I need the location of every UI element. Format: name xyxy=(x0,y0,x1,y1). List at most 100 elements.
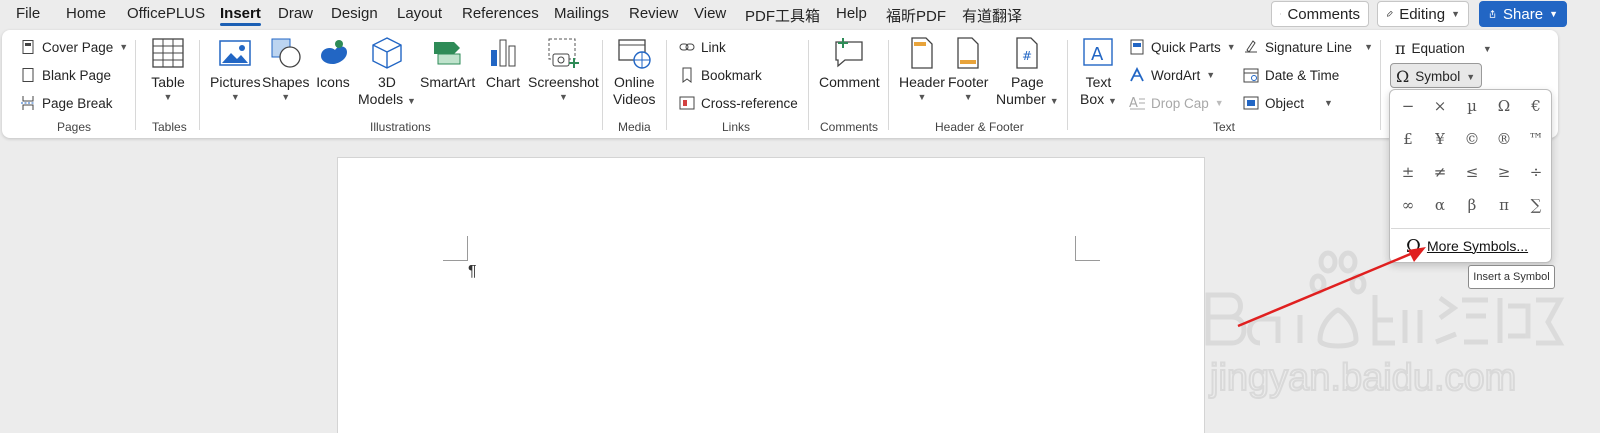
chevron-down-icon: ▼ xyxy=(1451,9,1460,19)
symbol-cell[interactable]: − xyxy=(1393,91,1423,121)
more-symbols-button[interactable]: Ω More Symbols... xyxy=(1390,229,1551,263)
symbol-cell[interactable]: π xyxy=(1489,190,1519,220)
menu-pdf-toolbox[interactable]: PDF工具箱 xyxy=(745,5,820,26)
screenshot-button[interactable]: Screenshot ▼ xyxy=(528,36,599,103)
menu-home[interactable]: Home xyxy=(66,5,106,22)
chart-icon xyxy=(491,39,516,67)
shapes-icon xyxy=(271,38,301,68)
symbol-cell[interactable]: € xyxy=(1521,91,1551,121)
symbol-cell[interactable]: µ xyxy=(1457,91,1487,121)
3d-models-button[interactable]: 3D Models ▼ xyxy=(358,36,416,110)
symbol-button[interactable]: Ω Symbol ▼ xyxy=(1396,67,1475,86)
new-comment-button[interactable]: Comment xyxy=(819,36,880,91)
page-break-label: Page Break xyxy=(42,95,113,111)
signature-line-button[interactable]: Signature Line ▼ xyxy=(1243,39,1373,55)
chevron-down-icon: ▼ xyxy=(558,92,568,102)
new-comment-icon xyxy=(835,38,863,68)
symbol-cell[interactable]: ∑ xyxy=(1521,190,1551,220)
margin-corner-top-right xyxy=(1075,236,1100,261)
menu-insert[interactable]: Insert xyxy=(220,5,261,26)
cross-reference-button[interactable]: Cross-reference xyxy=(679,95,798,111)
editing-button[interactable]: Editing ▼ xyxy=(1377,1,1469,27)
blank-page-button[interactable]: Blank Page xyxy=(20,67,111,83)
link-button[interactable]: Link xyxy=(679,39,726,55)
screenshot-label: Screenshot xyxy=(528,74,599,90)
menu-youdao-translate[interactable]: 有道翻译 xyxy=(962,5,1022,26)
paragraph-mark[interactable]: ¶ xyxy=(468,263,477,281)
document-page[interactable] xyxy=(337,157,1205,433)
menu-officeplus[interactable]: OfficePLUS xyxy=(127,5,205,22)
symbol-cell[interactable]: © xyxy=(1457,124,1487,154)
symbol-cell[interactable]: ÷ xyxy=(1521,157,1551,187)
cover-page-button[interactable]: Cover Page ▼ xyxy=(20,39,128,55)
symbol-cell[interactable]: ≥ xyxy=(1489,157,1519,187)
symbol-cell[interactable]: ≤ xyxy=(1457,157,1487,187)
symbol-cell[interactable]: × xyxy=(1425,91,1455,121)
page-number-label-line2: Number ▼ xyxy=(996,91,1059,107)
footer-button[interactable]: Footer ▼ xyxy=(948,36,988,103)
symbol-cell[interactable]: ± xyxy=(1393,157,1423,187)
cross-reference-label: Cross-reference xyxy=(701,95,798,111)
menu-mailings[interactable]: Mailings xyxy=(554,5,609,22)
pictures-label: Pictures xyxy=(210,74,261,90)
symbol-cell[interactable]: ∞ xyxy=(1393,190,1423,220)
bookmark-label: Bookmark xyxy=(701,67,762,83)
shapes-label: Shapes xyxy=(262,74,310,90)
symbol-cell[interactable]: ≠ xyxy=(1425,157,1455,187)
smartart-button[interactable]: SmartArt xyxy=(420,36,475,91)
share-button[interactable]: Share ▼ xyxy=(1479,1,1567,27)
chevron-down-icon: ▼ xyxy=(1364,42,1373,52)
symbol-cell[interactable]: £ xyxy=(1393,124,1423,154)
group-label-links: Links xyxy=(722,120,751,134)
quick-parts-button[interactable]: Quick Parts ▼ xyxy=(1129,39,1236,55)
menu-references[interactable]: References xyxy=(462,5,539,22)
chevron-down-icon: ▼ xyxy=(281,92,291,102)
menu-view[interactable]: View xyxy=(694,5,726,22)
menu-review[interactable]: Review xyxy=(629,5,678,22)
chevron-down-icon: ▼ xyxy=(119,42,129,52)
group-label-text: Text xyxy=(1213,120,1236,134)
symbol-cell[interactable]: α xyxy=(1425,190,1455,220)
page-break-button[interactable]: Page Break xyxy=(20,95,113,111)
comment-label: Comment xyxy=(819,74,880,90)
menu-help[interactable]: Help xyxy=(836,5,867,22)
3d-models-label-line1: 3D xyxy=(378,74,396,90)
chart-button[interactable]: Chart xyxy=(485,36,521,91)
object-button[interactable]: Object ▼ xyxy=(1243,95,1333,111)
icons-button[interactable]: Icons xyxy=(315,36,351,91)
symbol-cell[interactable]: ™ xyxy=(1521,124,1551,154)
menu-design[interactable]: Design xyxy=(331,5,378,22)
quick-parts-icon xyxy=(1130,39,1144,55)
shapes-button[interactable]: Shapes ▼ xyxy=(262,36,309,103)
header-icon xyxy=(911,37,933,69)
header-button[interactable]: Header ▼ xyxy=(899,36,945,103)
page-number-icon: # xyxy=(1016,37,1038,69)
date-time-button[interactable]: Date & Time xyxy=(1243,67,1339,83)
screenshot-icon xyxy=(548,38,580,68)
object-label: Object xyxy=(1265,95,1305,111)
text-box-button[interactable]: A Text Box ▼ xyxy=(1080,36,1117,110)
page-number-button[interactable]: # Page Number ▼ xyxy=(996,36,1059,110)
menu-draw[interactable]: Draw xyxy=(278,5,313,22)
menu-foxit-pdf[interactable]: 福昕PDF xyxy=(886,5,946,26)
ribbon-divider xyxy=(199,40,200,130)
header-label: Header xyxy=(899,74,945,90)
symbol-cell[interactable]: ® xyxy=(1489,124,1519,154)
menu-layout[interactable]: Layout xyxy=(397,5,442,22)
symbol-cell[interactable]: ¥ xyxy=(1425,124,1455,154)
symbol-cell[interactable]: β xyxy=(1457,190,1487,220)
equation-button[interactable]: π Equation ▼ xyxy=(1395,39,1492,58)
pi-icon: π xyxy=(1395,39,1406,58)
symbol-cell[interactable]: Ω xyxy=(1489,91,1519,121)
menu-file[interactable]: File xyxy=(16,5,40,22)
table-button[interactable]: Table ▼ xyxy=(150,36,186,103)
pictures-button[interactable]: Pictures ▼ xyxy=(210,36,261,103)
wordart-button[interactable]: WordArt ▼ xyxy=(1129,67,1215,83)
bookmark-button[interactable]: Bookmark xyxy=(679,67,762,83)
symbol-gallery-panel: − × µ Ω € £ ¥ © ® ™ ± ≠ ≤ ≥ ÷ ∞ α β π ∑ Ω More Symbols... xyxy=(1389,89,1552,263)
share-label: Share xyxy=(1503,5,1544,23)
page-number-label-line1: Page xyxy=(1010,74,1044,90)
chevron-down-icon: ▼ xyxy=(963,92,973,102)
online-videos-button[interactable]: Online Videos xyxy=(613,36,656,108)
comments-button[interactable]: Comments xyxy=(1271,1,1369,27)
